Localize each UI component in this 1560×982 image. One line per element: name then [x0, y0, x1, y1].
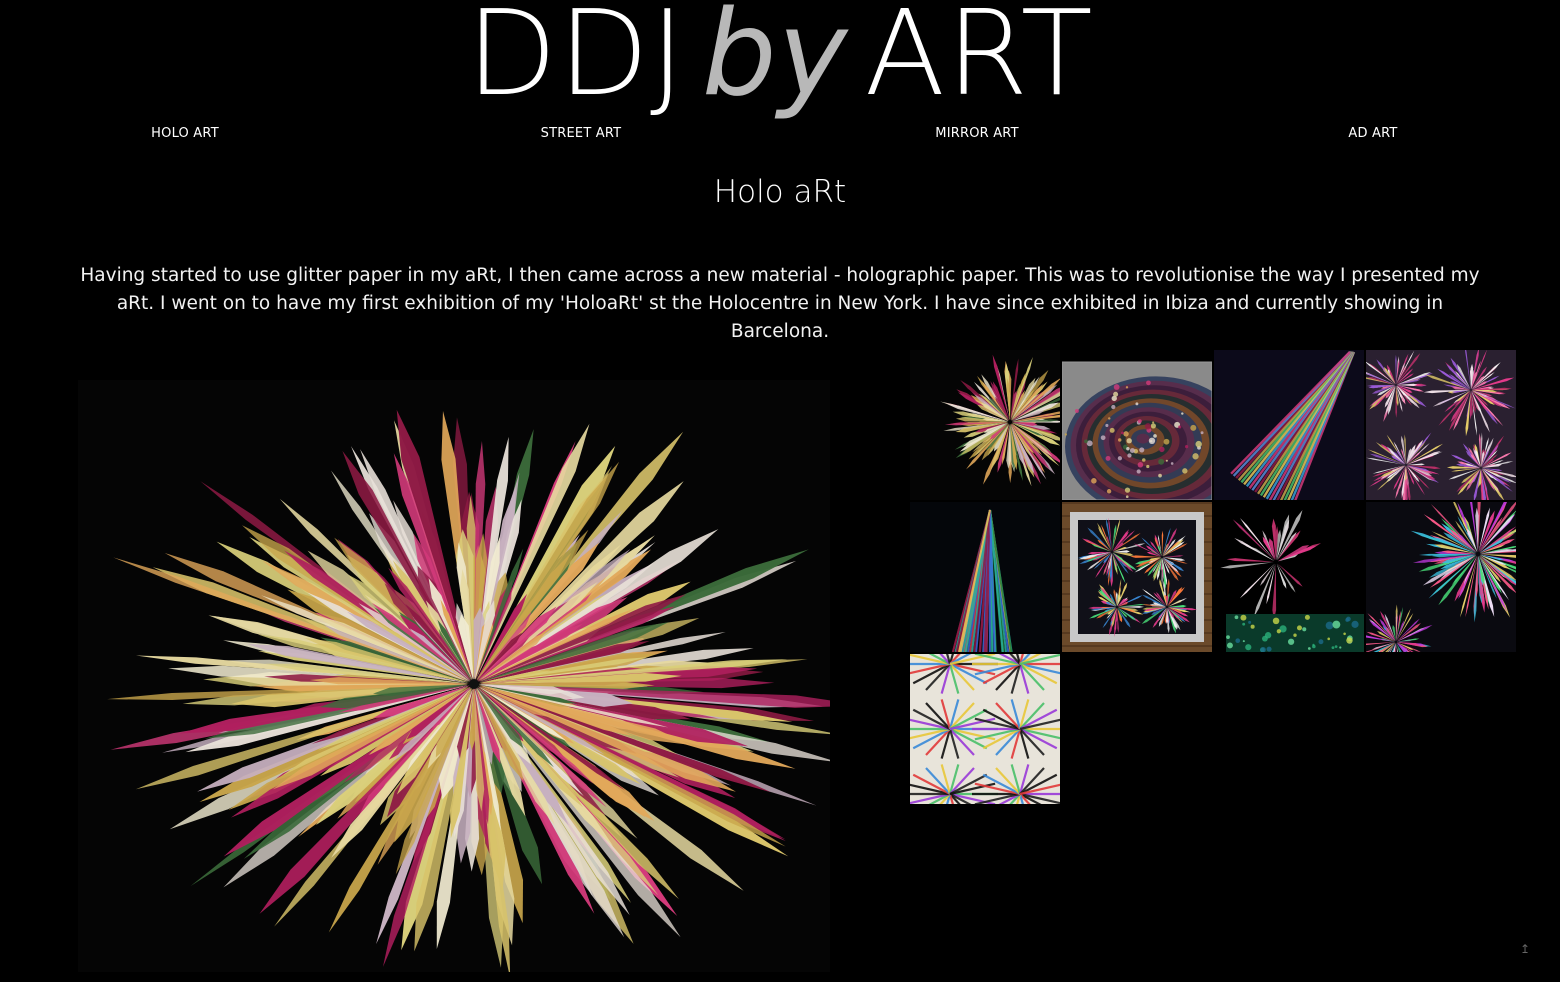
thumb-star-collage[interactable]: [1214, 502, 1364, 652]
thumb-framed-fireworks[interactable]: [1062, 502, 1212, 652]
main-nav: HOLO ART STREET ART MIRROR ART AD ART: [0, 126, 1560, 146]
intro-paragraph: Having started to use glitter paper in m…: [80, 265, 1480, 342]
thumb-kaleidoscope-image: [910, 654, 1060, 804]
nav-mirror-art[interactable]: MIRROR ART: [935, 126, 1018, 141]
thumb-tower[interactable]: [910, 502, 1060, 652]
thumb-spiral-tunnel-image: [1062, 350, 1212, 500]
logo-text-ddj: DDJ: [466, 0, 686, 122]
site-logo[interactable]: DDJ by ART: [0, 0, 1560, 117]
thumb-star-collage-image: [1214, 502, 1364, 652]
thumb-starburst[interactable]: [910, 350, 1060, 500]
thumb-fireworks[interactable]: [1366, 350, 1516, 500]
back-to-top-icon[interactable]: ↥: [1518, 942, 1532, 956]
logo-text-art: ART: [864, 0, 1094, 122]
thumb-framed-fireworks-image: [1062, 502, 1212, 652]
thumb-kaleidoscope[interactable]: [910, 654, 1060, 804]
page-title: Holo aRt: [713, 174, 847, 210]
logo-text-by: by: [701, 0, 849, 122]
thumb-spiral-tunnel[interactable]: [1062, 350, 1212, 500]
thumb-purple-burst[interactable]: [1366, 502, 1516, 652]
nav-holo-art[interactable]: HOLO ART: [151, 126, 219, 141]
thumb-cone-rays-image: [1214, 350, 1364, 500]
main-artwork-image[interactable]: [78, 380, 830, 972]
nav-street-art[interactable]: STREET ART: [541, 126, 622, 141]
thumb-tower-image: [910, 502, 1060, 652]
thumb-starburst-image: [910, 350, 1060, 500]
thumb-cone-rays[interactable]: [1214, 350, 1364, 500]
nav-ad-art[interactable]: AD ART: [1348, 126, 1397, 141]
starburst-artwork: [78, 380, 830, 972]
thumb-purple-burst-image: [1366, 502, 1516, 652]
thumb-fireworks-image: [1366, 350, 1516, 500]
page: DDJ by ART HOLO ART STREET ART MIRROR ART …: [0, 0, 1560, 982]
